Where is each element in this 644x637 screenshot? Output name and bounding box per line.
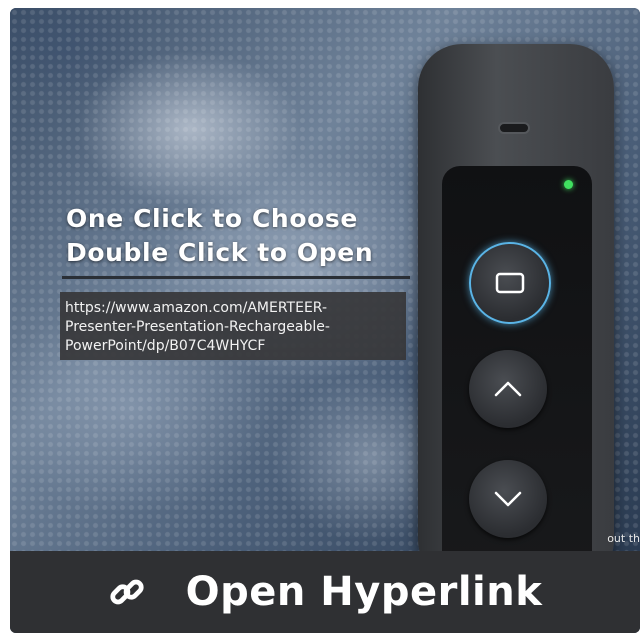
down-arrow-button-icon [469,460,547,538]
hyperlink-tooltip[interactable]: https://www.amazon.com/AMERTEER- Present… [60,292,406,360]
up-arrow-button-icon [469,350,547,428]
url-line-3: PowerPoint/dp/B07C4WHYCF [65,338,266,354]
select-button-icon [469,242,551,324]
presenter-remote-image [418,44,614,584]
heading-line-1: One Click to Choose [66,204,358,233]
remote-button-panel [442,166,592,576]
background-edge-text: out th [607,532,640,545]
heading-line-2: Double Click to Open [66,238,374,267]
slide-frame: One Click to Choose Double Click to Open… [10,8,640,633]
heading-underline [62,276,410,279]
url-line-2: Presenter-Presentation-Rechargeable- [65,319,330,335]
url-line-1: https://www.amazon.com/AMERTEER- [65,300,328,316]
instruction-heading: One Click to Choose Double Click to Open [66,202,373,270]
open-hyperlink-button[interactable]: Open Hyperlink [10,551,640,633]
open-hyperlink-label: Open Hyperlink [185,569,543,615]
usb-slot [498,122,530,134]
link-icon [110,579,144,605]
status-led [564,180,573,189]
